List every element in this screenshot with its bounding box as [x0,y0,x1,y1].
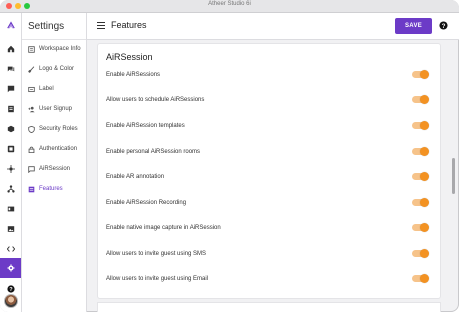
feature-label: Allow users to invite guest using Email [106,275,209,282]
settings-item-user-signup[interactable]: User Signup [22,99,86,119]
app-window: Atheer Studio 6i ? Settings Workspace In… [0,0,459,312]
settings-item-label: Workspace Info [39,46,81,52]
settings-item-label: Security Roles [39,126,78,132]
scrollbar[interactable] [452,158,455,194]
airsession-card: AiRSession Enable AiRSessions Allow user… [98,44,440,298]
settings-item-logo-color[interactable]: Logo & Color [22,59,86,79]
feature-label: Enable AiRSession Recording [106,199,187,206]
label-icon [28,86,35,92]
home-icon[interactable] [0,39,21,59]
settings-item-airsession[interactable]: AiRSession [22,159,86,179]
feature-row: Enable personal AiRSession rooms [98,139,440,164]
image-icon[interactable] [0,219,21,239]
id-card-icon[interactable] [0,199,21,219]
feature-label: Enable native image capture in AiRSessio… [106,224,221,231]
save-button[interactable]: SAVE [395,18,432,34]
feature-label: Allow users to invite guest using SMS [106,250,207,257]
workspace-icon [28,45,35,53]
feature-label: Enable AiRSession templates [106,122,185,129]
feature-row: Enable AiRSession templates [98,113,440,138]
brush-icon [28,65,35,73]
feature-toggle[interactable] [412,249,429,258]
page-header: Features SAVE ? [87,13,459,40]
crosshair-icon[interactable] [0,159,21,179]
feature-row: Allow users to invite guest using SMS [98,241,440,266]
feature-label: Enable AiRSessions [106,71,161,78]
feature-toggle[interactable] [412,223,429,232]
settings-item-features[interactable]: Features [22,179,86,199]
nav-rail: ? [0,13,22,312]
settings-item-label: AiRSession [39,166,71,172]
document-icon[interactable] [0,99,21,119]
svg-text:?: ? [9,287,13,293]
settings-item-label: Features [39,186,63,192]
feature-toggle[interactable] [412,198,429,207]
settings-title: Settings [28,21,65,32]
feature-toggle[interactable] [412,121,429,130]
settings-item-label[interactable]: Label [22,79,86,99]
settings-item-label: Logo & Color [39,66,75,72]
feature-toggle[interactable] [412,274,429,283]
settings-item-label: Authentication [39,146,78,152]
page-title: Features [111,20,147,30]
settings-item-authentication[interactable]: Authentication [22,139,86,159]
title-bar: Atheer Studio 6i [0,0,459,13]
hierarchy-icon[interactable] [0,179,21,199]
feature-row: Allow users to invite guest using Email [98,266,440,291]
settings-item-label: User Signup [39,106,73,112]
feature-row: Enable native image capture in AiRSessio… [98,215,440,240]
help-icon[interactable]: ? [439,21,448,30]
code-icon[interactable] [0,239,21,259]
grid-icon[interactable] [0,139,21,159]
settings-icon[interactable] [0,258,21,278]
settings-item-workspace-info[interactable]: Workspace Info [22,39,86,59]
feature-toggle[interactable] [412,95,429,104]
next-card [98,303,440,312]
user-add-icon [28,106,35,112]
svg-text:?: ? [442,23,446,30]
feature-label: Enable AR annotation [106,173,165,180]
logo-icon[interactable] [0,15,21,35]
settings-sidebar: Settings Workspace Info Logo & Color Lab… [22,13,87,312]
settings-item-label: Label [39,86,54,92]
section-title: AiRSession [106,52,153,62]
feature-row: Enable AR annotation [98,164,440,189]
message-icon[interactable] [0,79,21,99]
features-icon [28,186,35,192]
feature-toggle[interactable] [412,147,429,156]
feature-toggle[interactable] [412,70,429,79]
feature-row: Enable AiRSession Recording [98,190,440,215]
shield-icon [28,125,35,133]
user-avatar[interactable] [4,294,18,308]
box-icon[interactable] [0,119,21,139]
settings-item-security-roles[interactable]: Security Roles [22,119,86,139]
menu-icon[interactable] [97,22,105,29]
chat-icon[interactable] [0,59,21,79]
feature-label: Allow users to schedule AiRSessions [106,96,205,103]
feature-label: Enable personal AiRSession rooms [106,148,201,155]
feature-row: Allow users to schedule AiRSessions [98,87,440,112]
feature-toggle[interactable] [412,172,429,181]
app-title: Atheer Studio 6i [208,1,251,7]
session-icon [28,165,35,173]
lock-icon [28,146,35,153]
feature-row: Enable AiRSessions [98,62,440,87]
